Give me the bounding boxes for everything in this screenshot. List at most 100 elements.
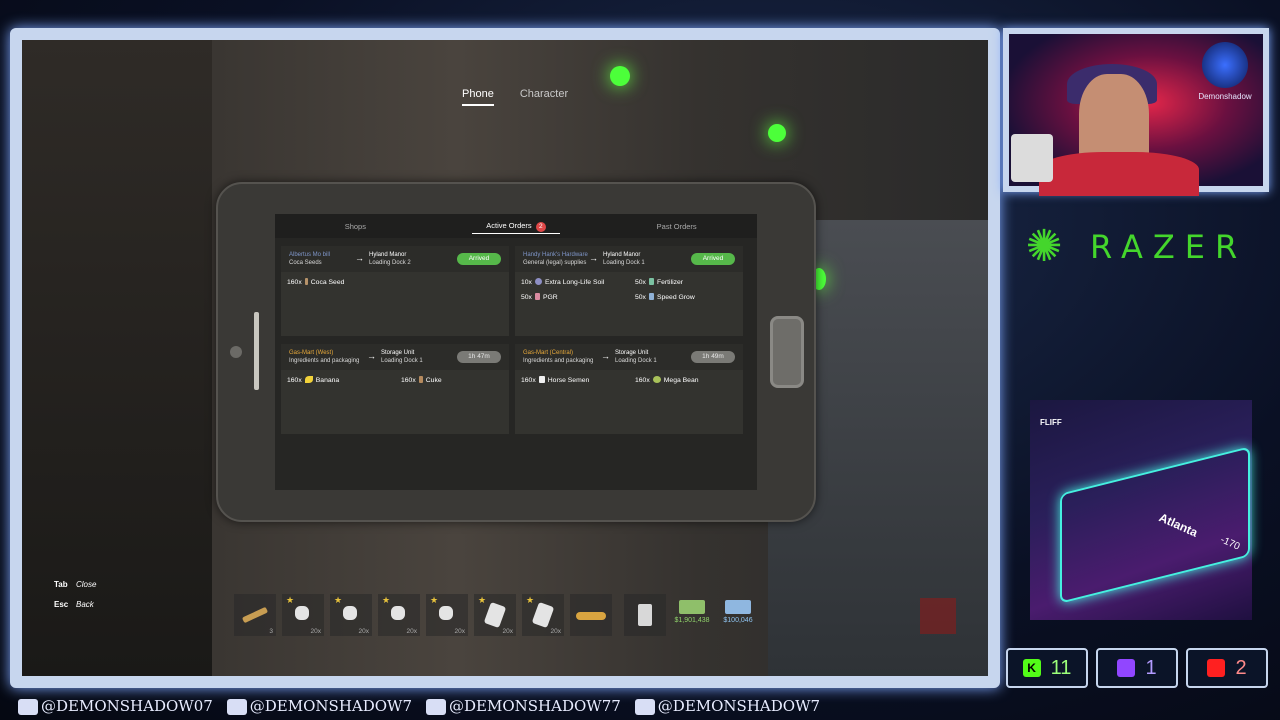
order-item: 160x Mega Bean — [635, 376, 699, 384]
star-icon: ★ — [478, 595, 487, 605]
tab-active-orders[interactable]: Active Orders 2 — [436, 220, 597, 234]
slot-count: 20x — [358, 628, 369, 635]
tab-character[interactable]: Character — [520, 88, 568, 106]
banana-icon — [304, 376, 313, 383]
cash-value: $1,901,438 — [674, 617, 710, 624]
item-name: Fertilizer — [656, 279, 684, 286]
order-card[interactable]: Albertus Mo bill Coca Seeds → Hyland Man… — [281, 246, 509, 336]
arrow-right-icon: → — [601, 351, 610, 361]
streamer-logo: Demonshadow — [1195, 42, 1255, 116]
item-qty: 50x — [635, 294, 646, 301]
youtube-icon — [226, 699, 247, 715]
hotbar-slot[interactable]: ★ 20x — [330, 594, 372, 636]
order-source-sub: Ingredients and packaging — [289, 358, 360, 364]
speed-grow-icon — [648, 293, 654, 300]
key-label: Tab — [54, 580, 68, 589]
tab-phone[interactable]: Phone — [462, 88, 494, 106]
item-name: Horse Semen — [547, 377, 590, 384]
slot-count: 20x — [454, 628, 465, 635]
hotbar-slot[interactable] — [624, 594, 666, 636]
order-source: Handy Hank's Hardware — [523, 252, 588, 258]
item-qty: 50x — [521, 294, 532, 301]
item-qty: 10x — [521, 279, 532, 286]
item-name: PGR — [542, 294, 558, 301]
order-destination: Storage Unit — [381, 350, 415, 356]
social-handle: @DEMONSHADOW77 — [449, 697, 621, 715]
hotbar-slot[interactable]: ★ 20x — [426, 594, 468, 636]
tab-active-orders-label: Active Orders — [486, 220, 532, 230]
bank-balance: $100,046 — [718, 594, 758, 634]
hotbar-slot[interactable]: ★ 20x — [522, 594, 564, 636]
social-youtube: @DEMONSHADOW7 — [226, 697, 412, 715]
item-name: Extra Long-Life Soil — [544, 279, 605, 286]
bag-icon — [531, 601, 555, 629]
bean-icon — [652, 376, 661, 383]
tab-shops[interactable]: Shops — [275, 222, 436, 231]
instagram-icon — [634, 699, 655, 715]
delivery-tabs: Shops Active Orders 2 Past Orders — [275, 214, 757, 238]
counter-value: 1 — [1145, 656, 1157, 679]
product-icon — [391, 606, 405, 620]
kick-icon: K — [1022, 659, 1041, 677]
arrow-right-icon: → — [589, 253, 598, 263]
order-destination: Storage Unit — [615, 350, 649, 356]
order-source-sub: Coca Seeds — [289, 260, 322, 266]
ad-brand: FLIFF — [1040, 418, 1062, 427]
order-card[interactable]: Handy Hank's Hardware General (legal) su… — [515, 246, 743, 336]
order-card[interactable]: Gas-Mart (Central) Ingredients and packa… — [515, 344, 743, 434]
star-icon: ★ — [382, 595, 391, 605]
order-count-badge: 2 — [535, 221, 546, 232]
key-label: Esc — [54, 600, 69, 609]
item-qty: 160x — [401, 377, 416, 384]
phone-camera-icon — [230, 346, 242, 358]
phone-home-button[interactable] — [770, 316, 804, 388]
cuke-icon — [418, 376, 423, 383]
order-source-sub: Ingredients and packaging — [523, 358, 594, 364]
hotbar-slot[interactable]: ★ 20x — [282, 594, 324, 636]
order-status: Arrived — [457, 253, 501, 265]
social-twitch: @DEMONSHADOW07 — [18, 697, 213, 715]
item-qty: 160x — [287, 377, 302, 384]
order-item: 10x Extra Long-Life Soil — [521, 278, 604, 286]
hotbar-slot[interactable]: 3 — [234, 594, 276, 636]
key-hint-back: Esc Back — [54, 600, 94, 609]
order-source: Gas-Mart (West) — [289, 350, 334, 356]
order-item: 50x Fertilizer — [635, 278, 683, 286]
bottle-icon — [538, 376, 545, 383]
hotbar-slot[interactable] — [570, 594, 612, 636]
soil-icon — [534, 278, 542, 285]
streamer-logo-text: Demonshadow — [1198, 92, 1252, 101]
cash-balance: $1,901,438 — [672, 594, 712, 634]
order-item: 50x Speed Grow — [635, 293, 695, 301]
sponsor-logo: ✺ RAZER — [1014, 216, 1266, 280]
item-name: Cuke — [425, 377, 442, 384]
sponsor-ad[interactable]: FLIFF Atlanta -170 — [1030, 400, 1252, 620]
hotbar-slot[interactable]: ★ 20x — [378, 594, 420, 636]
order-eta: 1h 49m — [691, 351, 735, 363]
order-status: Arrived — [691, 253, 735, 265]
item-name: Mega Bean — [663, 377, 699, 384]
social-handle: @DEMONSHADOW07 — [41, 697, 213, 715]
youtube-icon — [1207, 659, 1226, 677]
order-item: 160x Cuke — [401, 376, 442, 384]
order-dock: Loading Dock 2 — [369, 260, 411, 266]
bank-value: $100,046 — [723, 617, 753, 624]
order-dock: Loading Dock 1 — [615, 358, 657, 364]
item-qty: 160x — [635, 377, 650, 384]
order-item: 160x Horse Semen — [521, 376, 589, 384]
cash-icon — [679, 600, 705, 614]
key-action: Back — [76, 600, 94, 609]
wolf-icon — [1202, 42, 1248, 88]
stream-counters: K 11 1 2 — [1006, 648, 1268, 688]
order-card[interactable]: Gas-Mart (West) Ingredients and packagin… — [281, 344, 509, 434]
star-icon: ★ — [526, 595, 535, 605]
tab-past-orders[interactable]: Past Orders — [596, 222, 757, 231]
phone-device: Shops Active Orders 2 Past Orders Albert… — [216, 182, 816, 522]
slot-count: 3 — [269, 628, 273, 635]
stream-overlay: Phone Character Shops Active Orders 2 Pa… — [0, 0, 1280, 720]
key-hint-close: Tab Close — [54, 580, 96, 589]
top-tabs: Phone Character — [462, 88, 568, 106]
social-discord: @DEMONSHADOW77 — [426, 697, 621, 715]
hotbar-slot[interactable]: ★ 20x — [474, 594, 516, 636]
order-header: Gas-Mart (West) Ingredients and packagin… — [281, 344, 509, 370]
